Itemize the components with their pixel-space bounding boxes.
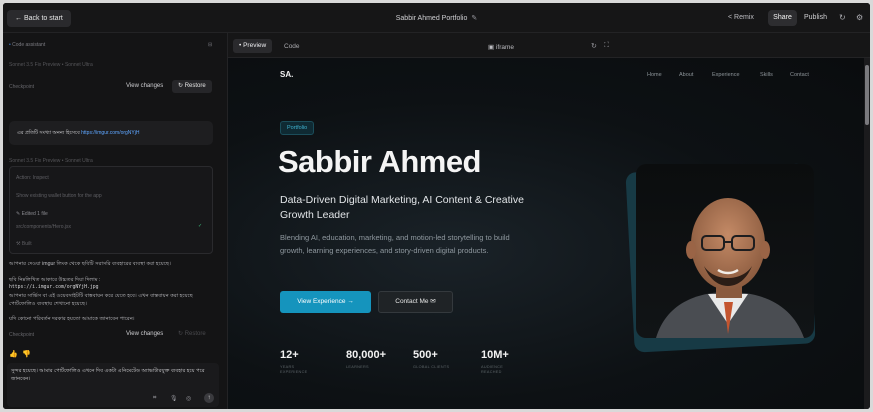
tool-activity-card: Action: Inspect Show existing wallet but… [9, 166, 213, 254]
settings-small-icon[interactable]: ◎ [186, 395, 191, 402]
checkpoint-label-2: Checkpoint [9, 332, 35, 338]
thumbs-up-icon[interactable]: 👍 [9, 350, 18, 358]
preview-toolbar: • Preview Code ▣ iframe ↻ ⛶ [228, 33, 870, 58]
settings-icon[interactable]: ⚙ [856, 13, 863, 22]
restore-button[interactable]: ↻ Restore [172, 80, 212, 93]
chat-header-label: Code assistant [12, 42, 46, 48]
nav-home[interactable]: Home [647, 72, 662, 78]
iframe-selector[interactable]: ▣ iframe [488, 43, 514, 51]
remix-button[interactable]: < Remix [728, 14, 754, 21]
card-item: src/components/Hero.jsx [16, 224, 72, 230]
chat-panel: • Code assistant ⊟ Sonnet 3.5 Fix Previe… [3, 33, 228, 409]
check-icon: ✓ [198, 223, 203, 229]
edit-file-icon: ✎ [16, 211, 21, 217]
hero-title: Sabbir Ahmed [278, 144, 482, 179]
nav-contact[interactable]: Contact [790, 72, 809, 78]
image-url-code: https://i.imgur.com/orgNYjH.jpg [9, 285, 99, 290]
card-item-label: Built [21, 241, 32, 247]
nav-experience[interactable]: Experience [712, 72, 740, 78]
restore-button-2[interactable]: ↻ Restore [172, 328, 212, 341]
chat-input-text[interactable]: সুন্দর হয়েছে। আমার পোর্টফোলিও এখনে দিব … [11, 367, 211, 383]
refresh-icon[interactable]: ↻ [591, 42, 597, 50]
model-meta: Sonnet 3.5 Fix Preview • Sonnet Ultra [9, 62, 93, 68]
imgur-link[interactable]: https://imgur.com/orgNYjH [81, 130, 139, 136]
stat-label: GLOBAL CLIENTS [413, 365, 450, 369]
pencil-icon[interactable]: ✎ [471, 15, 477, 22]
dot-icon: • [9, 42, 11, 48]
assistant-message-3: যদি কোনো পরিবর্তন দরকার হয়তো আমাকে জানা… [9, 316, 135, 322]
project-title-text: Sabbir Ahmed Portfolio [395, 15, 468, 22]
panel-collapse-icon[interactable]: ⊟ [208, 42, 212, 48]
card-item: Action: Inspect [16, 175, 49, 181]
stat-value: 80,000+ [346, 349, 387, 361]
user-message-bubble: এর প্রতিটি সংখ্যা অনন্য হিসেবে https://i… [9, 121, 213, 145]
contact-me-button[interactable]: Contact Me ✉ [378, 291, 453, 313]
card-item: Show existing wallet button for the app [16, 193, 102, 199]
history-icon[interactable]: ↻ [839, 13, 846, 22]
monitor-icon: ▣ [488, 44, 495, 51]
attach-icon[interactable]: ⌗ [153, 395, 156, 402]
assistant-message-1: আপনার দেওয়া imgur লিংক থেকে ছবিটি সরাসর… [9, 261, 171, 267]
website-preview: SA. Home About Experience Skills Contact… [228, 58, 864, 409]
view-changes-button[interactable]: View changes [120, 80, 169, 93]
top-bar: ← Back to start Sabbir Ahmed Portfolio ✎ … [3, 3, 870, 33]
user-message-text: এর প্রতিটি সংখ্যা অনন্য হিসেবে [17, 130, 80, 136]
stat-value: 500+ [413, 349, 438, 361]
app-window: ← Back to start Sabbir Ahmed Portfolio ✎ … [3, 3, 870, 409]
chat-header: • Code assistant [9, 42, 45, 48]
build-icon: ⚒ [16, 241, 21, 247]
fullscreen-icon[interactable]: ⛶ [604, 42, 609, 50]
thumbs-down-icon[interactable]: 👎 [22, 350, 31, 358]
site-logo[interactable]: SA. [280, 70, 293, 79]
hero-description: Blending AI, education, marketing, and m… [280, 233, 510, 255]
iframe-label: iframe [495, 44, 515, 51]
preview-scroll-thumb[interactable] [865, 65, 869, 125]
share-arrows-icon: < [728, 14, 733, 21]
publish-button[interactable]: Publish [804, 14, 827, 21]
nav-skills[interactable]: Skills [760, 72, 773, 78]
assistant-message-line: আপনার সার্ভিস বা এই ওয়েবসাইটটি বাস্তবায… [9, 293, 193, 307]
checkpoint-label: Checkpoint [9, 84, 35, 90]
portrait-illustration [656, 198, 804, 338]
card-item: ⚒ Built [16, 241, 32, 247]
remix-label: Remix [734, 14, 754, 21]
hero-subtitle: Data-Driven Digital Marketing, AI Conten… [280, 194, 524, 221]
stat-value: 12+ [280, 349, 299, 361]
share-button[interactable]: Share [768, 10, 797, 26]
send-icon[interactable]: ↑ [204, 393, 214, 403]
card-item[interactable]: ✎ Edited 1 file [16, 211, 48, 217]
mic-icon[interactable]: 🎙 [170, 395, 178, 402]
view-experience-button[interactable]: View Experience → [280, 291, 371, 313]
card-item-label: Edited 1 file [21, 211, 48, 217]
assistant-message-line: ছবি নিম্নলিখিত আকারে উচ্চতর দিয়া দিলাম … [9, 277, 101, 283]
stat-label: LEARNERS [346, 365, 369, 369]
portfolio-badge: Portfolio [280, 121, 315, 135]
model-meta-2: Sonnet 3.5 Fix Preview • Sonnet Ultra [9, 158, 93, 164]
stat-value: 10M+ [481, 349, 509, 361]
assistant-message-2: ছবি নিম্নলিখিত আকারে উচ্চতর দিয়া দিলাম … [9, 276, 215, 308]
stat-label: YEARS EXPERIENCE [280, 365, 308, 374]
tab-code[interactable]: Code [284, 43, 300, 50]
view-changes-button-2[interactable]: View changes [120, 328, 169, 341]
chat-input-box[interactable]: সুন্দর হয়েছে। আমার পোর্টফোলিও এখনে দিব … [7, 363, 219, 407]
tab-preview[interactable]: • Preview [233, 39, 273, 53]
stat-label: AUDIENCE REACHED [481, 365, 504, 374]
nav-about[interactable]: About [679, 72, 693, 78]
profile-photo [636, 164, 814, 338]
